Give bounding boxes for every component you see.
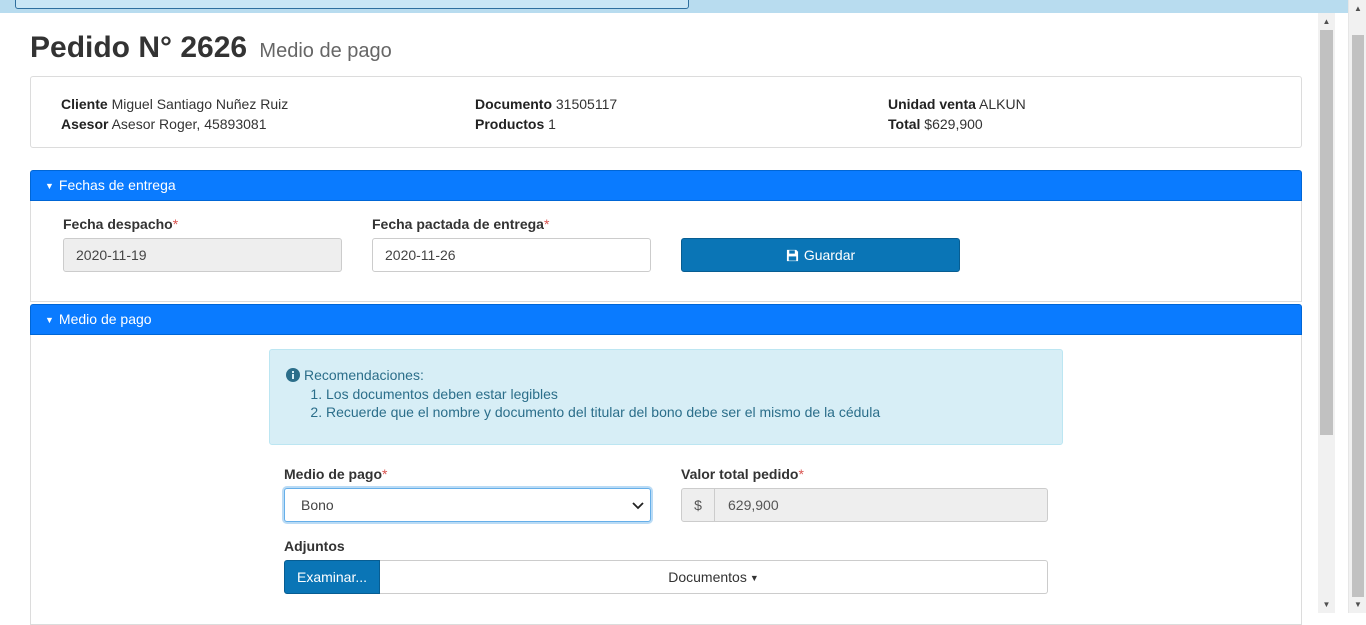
documento-label: Documento <box>475 96 552 112</box>
summary-col-client: Cliente Miguel Santiago Nuñez Ruiz Aseso… <box>61 94 288 134</box>
recommendations-alert: Recomendaciones: Los documentos deben es… <box>269 349 1063 445</box>
panel-title-pago: Medio de pago <box>58 311 152 327</box>
despacho-date-field: 2020-11-19 <box>63 238 342 272</box>
valor-total-field: $ 629,900 <box>681 488 1048 522</box>
medio-pago-value: Bono <box>301 497 334 513</box>
caret-down-icon: ▼ <box>45 315 54 325</box>
panel-header-fechas[interactable]: ▼ Fechas de entrega <box>30 170 1302 201</box>
adjuntos-label: Adjuntos <box>284 538 345 554</box>
summary-col-document: Documento 31505117 Productos 1 <box>475 94 617 134</box>
page-scroll-thumb[interactable] <box>1352 35 1364 597</box>
page-scroll-down-icon[interactable]: ▼ <box>1349 596 1366 613</box>
valor-total-value: 629,900 <box>728 497 779 513</box>
medio-pago-select[interactable]: Bono <box>284 488 651 522</box>
asesor-value: Asesor Roger, 45893081 <box>111 116 267 132</box>
required-mark: * <box>798 466 804 482</box>
panel-header-pago[interactable]: ▼ Medio de pago <box>30 304 1302 335</box>
page-scroll-up-icon[interactable]: ▲ <box>1349 0 1366 17</box>
total-value: $629,900 <box>924 116 983 132</box>
caret-down-icon: ▼ <box>749 573 759 583</box>
productos-value: 1 <box>548 116 556 132</box>
pactada-label: Fecha pactada de entrega* <box>372 216 550 232</box>
scroll-down-icon[interactable]: ▼ <box>1318 596 1335 613</box>
total-label: Total <box>888 116 921 132</box>
asesor-label: Asesor <box>61 116 109 132</box>
documento-value: 31505117 <box>555 96 618 112</box>
cliente-value: Miguel Santiago Nuñez Ruiz <box>111 96 289 112</box>
valor-total-label: Valor total pedido* <box>681 466 804 482</box>
documents-dropdown[interactable]: Documentos ▼ <box>380 560 1048 594</box>
order-summary: Cliente Miguel Santiago Nuñez Ruiz Aseso… <box>30 76 1302 148</box>
attachments-group: Examinar... Documentos ▼ <box>284 560 1048 594</box>
scroll-up-icon[interactable]: ▲ <box>1318 13 1335 30</box>
despacho-label: Fecha despacho* <box>63 216 179 232</box>
summary-col-unit: Unidad venta ALKUN Total $629,900 <box>888 94 1026 134</box>
currency-addon: $ <box>682 489 715 521</box>
save-button[interactable]: Guardar <box>681 238 960 272</box>
scroll-thumb[interactable] <box>1320 30 1333 435</box>
panel-title-fechas: Fechas de entrega <box>58 177 176 193</box>
page-title: Pedido N° 2626 Medio de pago <box>30 31 392 65</box>
floppy-disk-icon <box>786 249 798 262</box>
list-item: Recuerde que el nombre y documento del t… <box>326 403 880 421</box>
info-circle-icon <box>286 368 300 382</box>
pactada-date-input[interactable]: 2020-11-26 <box>372 238 651 272</box>
cliente-label: Cliente <box>61 96 108 112</box>
top-nav-strip <box>0 0 1366 13</box>
page-subtitle: Medio de pago <box>259 40 392 62</box>
required-mark: * <box>172 216 179 232</box>
caret-down-icon: ▼ <box>45 181 54 191</box>
chevron-down-icon <box>630 489 646 521</box>
medio-pago-label: Medio de pago* <box>284 466 388 482</box>
documents-label: Documentos <box>668 569 747 585</box>
required-mark: * <box>382 466 388 482</box>
required-mark: * <box>543 216 550 232</box>
recommendations-list: Los documentos deben estar legibles Recu… <box>286 385 880 421</box>
productos-label: Productos <box>475 116 545 132</box>
top-tab-left[interactable] <box>15 0 689 9</box>
browse-button[interactable]: Examinar... <box>284 560 380 594</box>
page-scrollbar[interactable]: ▲ ▼ <box>1348 0 1366 613</box>
content-scrollbar[interactable]: ▲ ▼ <box>1318 13 1335 613</box>
unidad-label: Unidad venta <box>888 96 976 112</box>
list-item: Los documentos deben estar legibles <box>326 385 880 403</box>
alert-title: Recomendaciones: <box>286 367 424 383</box>
order-title: Pedido N° 2626 <box>30 31 248 64</box>
unidad-value: ALKUN <box>979 96 1026 112</box>
save-label: Guardar <box>803 247 856 263</box>
